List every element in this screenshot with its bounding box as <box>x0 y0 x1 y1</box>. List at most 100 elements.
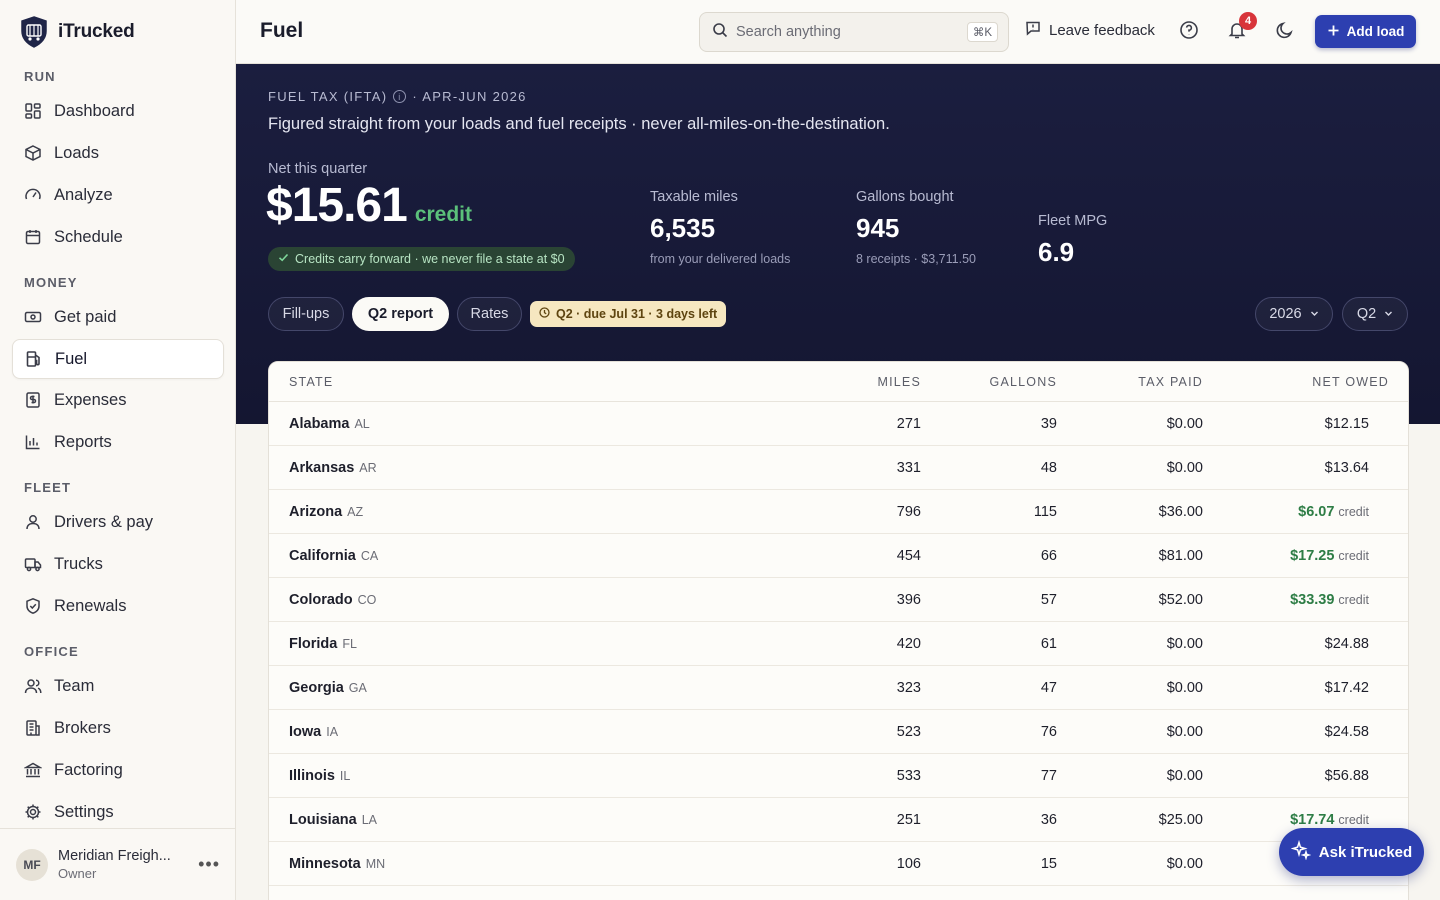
state-cell: Minnesota MN <box>269 855 829 873</box>
state-name: Illinois <box>289 767 335 784</box>
ask-assistant-button[interactable]: Ask iTrucked <box>1279 828 1424 876</box>
table-header: STATE MILES GALLONS TAX PAID NET OWED <box>269 362 1408 402</box>
tab-rates[interactable]: Rates <box>457 297 522 331</box>
sidebar-item-settings[interactable]: Settings <box>12 792 224 832</box>
tab-fill-ups[interactable]: Fill-ups <box>268 297 344 331</box>
state-abbr: LA <box>361 812 377 827</box>
sidebar-item-schedule[interactable]: Schedule <box>12 217 224 257</box>
state-name: Minnesota <box>289 855 361 872</box>
column-gallons[interactable]: GALLONS <box>921 375 1057 389</box>
net-value: $15.61 <box>266 179 408 232</box>
credit-label: credit <box>1338 592 1369 607</box>
miles-cell: 323 <box>896 679 921 696</box>
leave-feedback-button[interactable]: Leave feedback <box>1025 20 1155 40</box>
year-select[interactable]: 2026 <box>1255 297 1333 331</box>
state-abbr: GA <box>348 680 367 695</box>
search-input[interactable]: Search anything ⌘K <box>699 12 1009 52</box>
clock-icon <box>539 307 550 321</box>
table-row[interactable]: Florida FL 420 61 $0.00 $24.88 <box>269 622 1408 666</box>
table-row[interactable]: Georgia GA 323 47 $0.00 $17.42 <box>269 666 1408 710</box>
sidebar-item-get-paid[interactable]: Get paid <box>12 297 224 337</box>
gallons-cell: 39 <box>1040 415 1057 432</box>
sidebar-item-dashboard[interactable]: Dashboard <box>12 91 224 131</box>
sidebar-item-renewals[interactable]: Renewals <box>12 586 224 626</box>
info-icon[interactable]: i <box>393 90 407 103</box>
credit-label: credit <box>1338 812 1369 827</box>
stat-value: 6,535 <box>650 213 716 243</box>
state-name: Arizona <box>289 503 343 520</box>
quarter-select[interactable]: Q2 <box>1342 297 1408 331</box>
table-row[interactable]: Iowa IA 523 76 $0.00 $24.58 <box>269 710 1408 754</box>
state-name: Georgia <box>289 679 344 696</box>
tax-paid-cell: $0.00 <box>1166 415 1203 432</box>
sidebar-item-reports[interactable]: Reports <box>12 422 224 462</box>
tax-paid-cell: $0.00 <box>1166 723 1203 740</box>
user-name: Meridian Freigh... <box>58 848 171 864</box>
column-miles[interactable]: MILES <box>829 375 921 389</box>
sidebar-item-label: Drivers & pay <box>54 512 154 531</box>
state-name: Iowa <box>289 723 322 740</box>
net-owed-cell: $12.15 <box>1203 415 1389 433</box>
state-name: Colorado <box>289 591 353 608</box>
stat-value: 6.9 <box>1038 237 1075 267</box>
net-owed-value: $12.15 <box>1324 415 1369 432</box>
table-row[interactable]: Arkansas AR 331 48 $0.00 $13.64 <box>269 446 1408 490</box>
sidebar-item-trucks[interactable]: Trucks <box>12 544 224 584</box>
stat-note: from your delivered loads <box>650 252 791 266</box>
table-row[interactable]: California CA 454 66 $81.00 $17.25 credit <box>269 534 1408 578</box>
more-options-button[interactable]: ••• <box>198 854 220 875</box>
net-owed-value: $17.74 <box>1290 811 1335 828</box>
state-abbr: AL <box>354 416 370 431</box>
box-icon <box>24 144 42 162</box>
sidebar-item-label: Settings <box>54 802 114 821</box>
gallons-cell: 36 <box>1040 811 1057 828</box>
state-cell: Arkansas AR <box>269 459 829 477</box>
sidebar-item-fuel[interactable]: Fuel <box>12 339 224 379</box>
sidebar-item-label: Schedule <box>54 227 123 246</box>
sidebar-item-label: Reports <box>54 432 112 451</box>
gallons-cell: 115 <box>1033 503 1057 520</box>
sidebar-item-analyze[interactable]: Analyze <box>12 175 224 215</box>
gear-icon <box>24 803 42 821</box>
account-switcher[interactable]: MF Meridian Freigh... Owner ••• <box>0 828 236 900</box>
sidebar-item-loads[interactable]: Loads <box>12 133 224 173</box>
table-row[interactable]: Minnesota MN 106 15 $0.00 <box>269 842 1408 886</box>
sidebar-item-expenses[interactable]: Expenses <box>12 380 224 420</box>
miles-cell: 396 <box>896 591 921 608</box>
tax-paid-cell: $36.00 <box>1158 503 1203 520</box>
help-button[interactable] <box>1177 20 1201 44</box>
sidebar-item-brokers[interactable]: Brokers <box>12 708 224 748</box>
stat-label: Fleet MPG <box>1038 213 1108 229</box>
state-name: Florida <box>289 635 338 652</box>
column-state[interactable]: STATE <box>269 375 829 389</box>
hero-subtitle: Figured straight from your loads and fue… <box>268 115 890 133</box>
search-shortcut: ⌘K <box>966 22 998 42</box>
table-row[interactable]: Louisiana LA 251 36 $25.00 $17.74 credit <box>269 798 1408 842</box>
brand[interactable]: iTrucked <box>20 16 135 48</box>
tax-paid-cell: $0.00 <box>1166 635 1203 652</box>
carry-forward-note: Credits carry forward · we never file a … <box>268 247 575 271</box>
sidebar-item-factoring[interactable]: Factoring <box>12 750 224 790</box>
help-icon <box>1179 20 1199 45</box>
sidebar-item-drivers[interactable]: Drivers & pay <box>12 502 224 542</box>
brand-name: iTrucked <box>58 21 135 42</box>
add-load-button[interactable]: Add load <box>1315 15 1416 48</box>
tab-q2-report[interactable]: Q2 report <box>352 297 449 331</box>
notifications-button[interactable]: 4 <box>1225 12 1257 44</box>
table-row[interactable]: Illinois IL 533 77 $0.00 $56.88 <box>269 754 1408 798</box>
gallons-cell: 48 <box>1040 459 1057 476</box>
theme-toggle[interactable] <box>1273 20 1297 44</box>
sidebar-item-label: Expenses <box>54 390 127 409</box>
sidebar-item-team[interactable]: Team <box>12 666 224 706</box>
table-row[interactable]: Colorado CO 396 57 $52.00 $33.39 credit <box>269 578 1408 622</box>
column-tax-paid[interactable]: TAX PAID <box>1057 375 1203 389</box>
calendar-icon <box>24 228 42 246</box>
state-abbr: FL <box>342 636 357 651</box>
table-row[interactable]: Arizona AZ 796 115 $36.00 $6.07 credit <box>269 490 1408 534</box>
sparkle-icon <box>1290 839 1312 864</box>
column-net-owed[interactable]: NET OWED <box>1203 375 1389 389</box>
sidebar: iTrucked RUN Dashboard Loads Analyze Sch… <box>0 0 236 900</box>
state-abbr: IA <box>326 724 339 739</box>
year-value: 2026 <box>1269 306 1302 322</box>
table-row[interactable]: Alabama AL 271 39 $0.00 $12.15 <box>269 402 1408 446</box>
